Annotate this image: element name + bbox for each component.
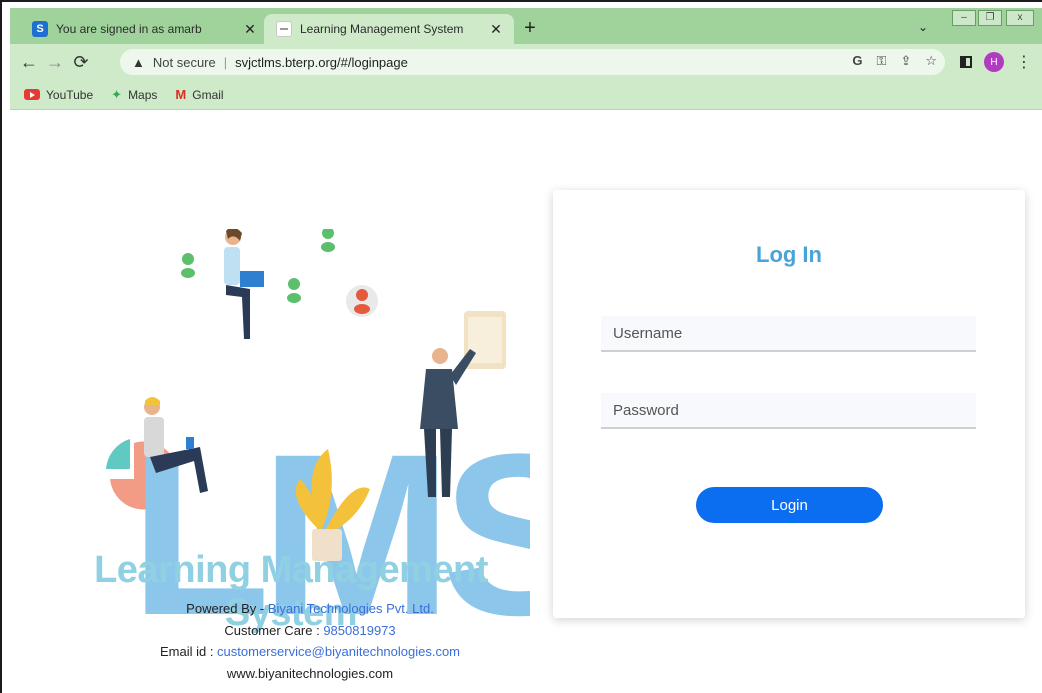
more-menu-icon[interactable]: ⋮ [1016, 52, 1032, 72]
close-icon[interactable]: ✕ [240, 21, 260, 38]
page-favicon-icon [276, 21, 292, 37]
powered-by: Powered By - Biyani Technologies Pvt. Lt… [110, 601, 510, 616]
email-label: Email id : [159, 644, 218, 659]
page-content: LMS Learning Management System Powered B… [10, 111, 1042, 693]
username-input[interactable] [601, 316, 976, 352]
google-icon[interactable]: G [852, 53, 862, 69]
bookmark-gmail[interactable]: M Gmail [175, 87, 223, 102]
youtube-icon [24, 89, 40, 100]
tab-title: You are signed in as amarb [56, 22, 202, 36]
browser-toolbar: ← → ⟳ ▲ Not secure | svjctlms.bterp.org/… [10, 44, 1042, 80]
reload-icon[interactable]: ⟳ [68, 52, 94, 73]
tab-lms[interactable]: Learning Management System ✕ [264, 14, 514, 44]
bookmark-label: Maps [128, 87, 158, 102]
address-bar[interactable]: ▲ Not secure | svjctlms.bterp.org/#/logi… [120, 49, 945, 75]
tab-strip: S You are signed in as amarb ✕ Learning … [10, 8, 1042, 44]
bookmark-youtube[interactable]: YouTube [24, 88, 93, 102]
avatar[interactable]: H [984, 52, 1004, 72]
login-button[interactable]: Login [696, 487, 883, 523]
gmail-icon: M [175, 87, 187, 102]
tab-title: Learning Management System [300, 22, 464, 36]
customer-care-label: Customer Care : [224, 623, 324, 638]
password-input[interactable] [601, 393, 976, 429]
bookmark-maps[interactable]: ✦ Maps [111, 87, 157, 103]
phone-link[interactable]: 9850819973 [323, 623, 395, 638]
email-info: Email id : customerservice@biyanitechnol… [110, 644, 510, 659]
login-title: Log In [756, 242, 822, 267]
powered-by-label: Powered By - [186, 601, 268, 616]
minimize-button[interactable]: – [952, 10, 976, 26]
restore-button[interactable]: ❐ [978, 10, 1002, 26]
company-link[interactable]: Biyani Technologies Pvt. Ltd. [268, 601, 434, 616]
bookmarks-bar: YouTube ✦ Maps M Gmail [10, 80, 1042, 110]
security-label[interactable]: Not secure [153, 55, 216, 70]
email-link[interactable]: customerservice@biyanitechnologies.com [217, 644, 460, 659]
key-icon[interactable]: ⚿ [877, 53, 887, 69]
bookmark-label: YouTube [46, 87, 94, 102]
login-card: Log In Login [553, 190, 1025, 618]
maps-icon: ✦ [111, 86, 123, 102]
tab-signed-in[interactable]: S You are signed in as amarb ✕ [20, 14, 268, 44]
url-text[interactable]: svjctlms.bterp.org/#/loginpage [235, 55, 408, 70]
s-favicon-icon: S [32, 21, 48, 37]
new-tab-button[interactable]: + [520, 18, 540, 38]
side-panel-icon[interactable] [960, 56, 972, 68]
bookmark-label: Gmail [192, 87, 224, 102]
chevron-down-icon[interactable]: ⌄ [918, 20, 928, 34]
star-icon[interactable]: ☆ [925, 53, 937, 69]
close-icon[interactable]: ✕ [486, 21, 506, 38]
address-separator: | [223, 54, 228, 70]
warning-icon[interactable]: ▲ [132, 55, 145, 70]
forward-arrow-icon[interactable]: → [42, 52, 68, 73]
close-window-button[interactable]: x [1006, 10, 1034, 26]
back-arrow-icon[interactable]: ← [16, 52, 42, 73]
share-icon[interactable]: ⇪ [900, 53, 911, 69]
customer-care: Customer Care : 9850819973 [110, 623, 510, 638]
website-text: www.biyanitechnologies.com [226, 666, 394, 681]
